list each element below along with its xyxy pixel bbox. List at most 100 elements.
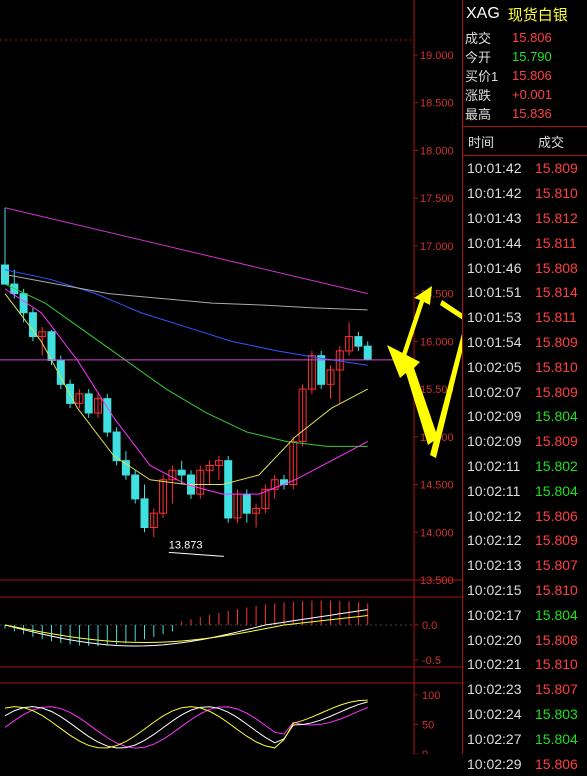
trade-row: 10:02:24 15.803 xyxy=(463,702,587,727)
trade-price: 15.810 xyxy=(535,358,578,375)
symbol-header: XAG 现货白银 xyxy=(463,0,587,28)
trade-time: 10:02:20 xyxy=(467,631,522,648)
price-tick-label: 16.000 xyxy=(420,336,454,348)
trade-row: 10:02:20 15.808 xyxy=(463,627,587,652)
trade-row: 10:02:21 15.810 xyxy=(463,652,587,677)
trade-time: 10:01:51 xyxy=(467,284,522,301)
trade-price: 15.810 xyxy=(535,656,578,673)
macd-tick-label: 0.0 xyxy=(422,620,437,632)
quote-value: +0.001 xyxy=(512,87,553,102)
candle-body xyxy=(354,336,363,347)
trade-price: 15.804 xyxy=(535,408,578,425)
trade-row: 10:01:44 15.811 xyxy=(463,230,587,255)
quote-row: 最高 15.836 xyxy=(463,104,587,123)
trades-header: 时间 成交 xyxy=(463,126,587,156)
trade-row: 10:02:27 15.804 xyxy=(463,726,587,751)
price-tick-label: 17.500 xyxy=(420,193,454,205)
trade-price: 15.806 xyxy=(535,755,578,772)
trade-row: 10:01:43 15.812 xyxy=(463,206,587,231)
moving-average-line xyxy=(4,288,368,495)
candle-body xyxy=(140,498,149,529)
trade-time: 10:01:42 xyxy=(467,185,522,202)
quote-row: 成交 15.806 xyxy=(463,28,587,47)
time-column-header: 时间 xyxy=(468,134,495,150)
trade-row: 10:02:12 15.809 xyxy=(463,528,587,553)
low-price-label: 13.873 xyxy=(169,539,203,551)
macd-dea-line xyxy=(4,615,368,644)
candle-body xyxy=(363,345,372,360)
trade-price: 15.811 xyxy=(535,309,577,326)
trade-row: 10:02:29 15.806 xyxy=(463,751,587,776)
trade-tick-list[interactable]: 10:01:42 15.809 10:01:42 15.810 10:01:43 15.8… xyxy=(463,156,587,776)
trade-time: 10:02:15 xyxy=(467,581,522,598)
quote-label: 今开 xyxy=(465,50,492,65)
trade-price: 15.810 xyxy=(535,185,578,202)
quote-label: 最高 xyxy=(465,107,492,122)
trade-row: 10:01:42 15.810 xyxy=(463,181,587,206)
trade-price: 15.804 xyxy=(535,730,578,747)
quote-row: 买价1 15.806 xyxy=(463,66,587,85)
trade-row: 10:01:51 15.814 xyxy=(463,280,587,305)
price-tick-label: 18.500 xyxy=(420,98,454,110)
trade-price: 15.810 xyxy=(535,581,578,598)
price-chart[interactable]: 19.00018.50018.00017.50017.00016.50016.0… xyxy=(0,0,462,754)
trade-price: 15.804 xyxy=(535,482,578,499)
trade-row: 10:02:12 15.806 xyxy=(463,503,587,528)
kdj-tick-label: 50 xyxy=(422,719,434,731)
trade-price: 15.809 xyxy=(535,433,578,450)
trade-row: 10:02:23 15.807 xyxy=(463,677,587,702)
trade-time: 10:02:12 xyxy=(467,507,522,524)
price-tick-label: 13.500 xyxy=(420,575,454,587)
quote-value: 15.836 xyxy=(512,106,552,121)
trade-time: 10:02:24 xyxy=(467,705,522,722)
trade-row: 10:02:17 15.804 xyxy=(463,602,587,627)
trade-price: 15.811 xyxy=(535,234,577,251)
price-column-header: 成交 xyxy=(538,134,565,150)
kdj-tick-label: 100 xyxy=(422,690,440,702)
trade-price: 15.809 xyxy=(535,160,578,177)
trade-time: 10:02:17 xyxy=(467,606,522,623)
quote-label: 成交 xyxy=(465,31,492,46)
symbol-name: 现货白银 xyxy=(507,6,568,24)
symbol-code: XAG xyxy=(466,5,500,22)
candle-body xyxy=(242,493,251,514)
trade-row: 10:01:46 15.808 xyxy=(463,255,587,280)
quote-summary: 成交 15.806 今开 15.790 买价1 15.806 涨跌 +0.001 最高 15.83… xyxy=(463,28,587,123)
quote-label: 买价1 xyxy=(465,69,499,84)
candle-body xyxy=(177,469,186,476)
quote-value: 15.806 xyxy=(512,30,552,45)
price-tick-label: 18.000 xyxy=(420,145,454,157)
trade-time: 10:01:54 xyxy=(467,333,522,350)
trade-time: 10:02:09 xyxy=(467,408,522,425)
trade-time: 10:01:43 xyxy=(467,209,522,226)
trade-time: 10:02:11 xyxy=(467,457,521,474)
kdj-line xyxy=(4,699,368,749)
trade-row: 10:01:53 15.811 xyxy=(463,305,587,330)
kdj-tick-label: 0 xyxy=(422,749,428,754)
low-price-pointer xyxy=(168,551,224,557)
moving-average-line xyxy=(4,207,368,295)
trade-price: 15.809 xyxy=(535,333,578,350)
trade-row: 10:02:05 15.810 xyxy=(463,354,587,379)
quote-value: 15.790 xyxy=(512,49,552,64)
trade-row: 10:02:07 15.809 xyxy=(463,379,587,404)
quote-label: 涨跌 xyxy=(465,88,492,103)
trade-price: 15.808 xyxy=(535,631,578,648)
trade-price: 15.803 xyxy=(535,705,578,722)
trade-price: 15.807 xyxy=(535,557,578,574)
trade-time: 10:02:05 xyxy=(467,358,522,375)
trade-time: 10:02:11 xyxy=(467,482,521,499)
trade-row: 10:01:42 15.809 xyxy=(463,156,587,181)
candle-body xyxy=(224,460,233,519)
trade-price: 15.809 xyxy=(535,532,578,549)
trade-row: 10:02:11 15.804 xyxy=(463,478,587,503)
trade-price: 15.808 xyxy=(535,259,578,276)
trade-time: 10:01:53 xyxy=(467,309,522,326)
trade-price: 15.806 xyxy=(535,507,578,524)
trade-row: 10:02:09 15.804 xyxy=(463,404,587,429)
trade-price: 15.812 xyxy=(535,209,578,226)
quote-row: 涨跌 +0.001 xyxy=(463,85,587,104)
candle-body xyxy=(131,474,140,500)
trade-row: 10:01:54 15.809 xyxy=(463,330,587,355)
trade-row: 10:02:11 15.802 xyxy=(463,454,587,479)
